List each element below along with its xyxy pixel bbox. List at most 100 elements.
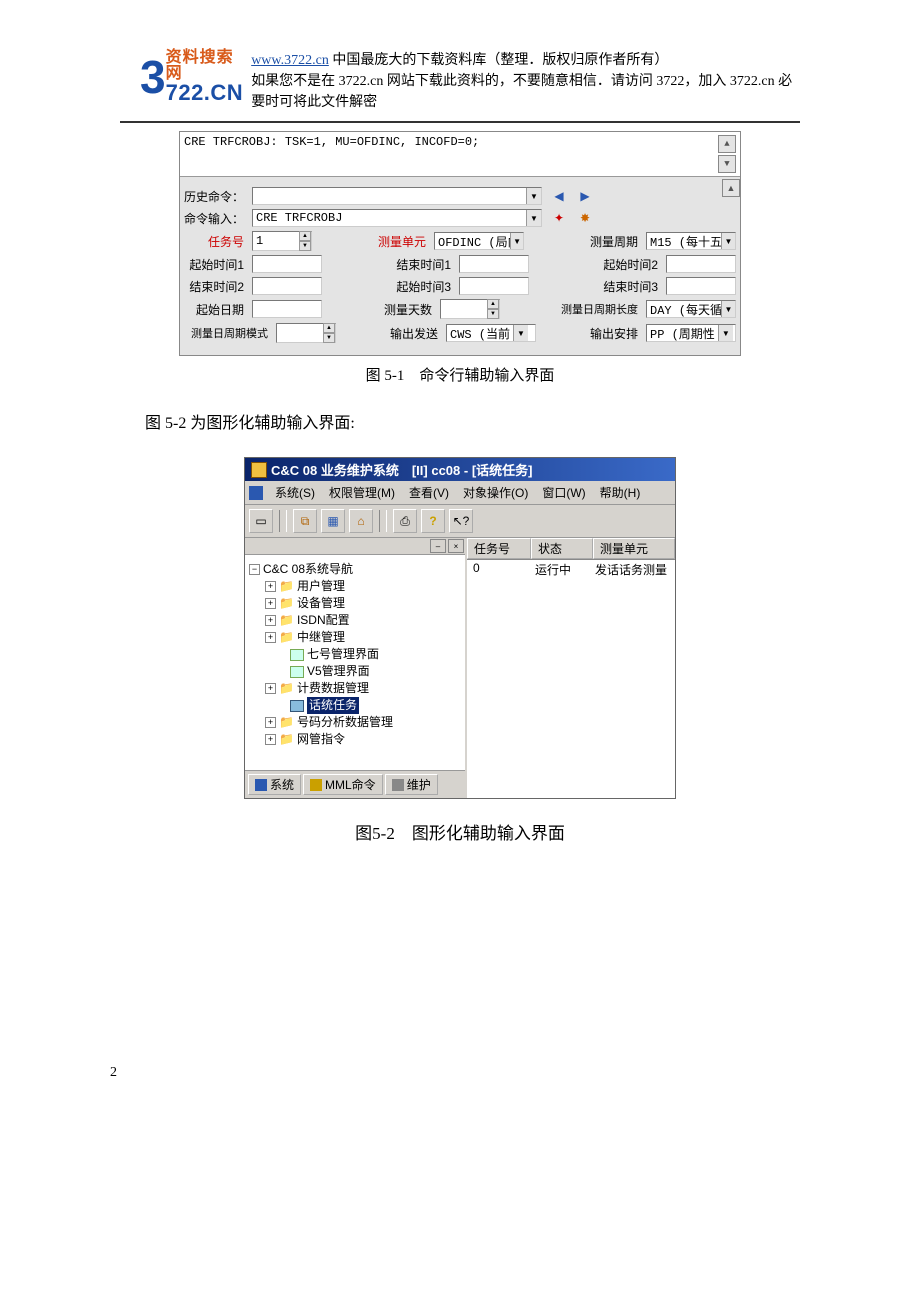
scroll-down-icon[interactable]: ▼ [718, 155, 736, 173]
menu-permission[interactable]: 权限管理(M) [323, 483, 401, 502]
day-period-len-label: 测量日周期长度 [554, 301, 638, 317]
tab-system[interactable]: 系统 [248, 774, 301, 795]
menu-help[interactable]: 帮助(H) [594, 483, 647, 502]
col-task[interactable]: 任务号 [467, 538, 531, 559]
command-input-combo[interactable]: CRE TRFCROBJ▼ [252, 209, 542, 227]
output-send-value: CWS (当前 [447, 325, 513, 342]
expander-icon[interactable]: + [265, 734, 276, 745]
expander-icon[interactable]: + [265, 581, 276, 592]
logo-text-top: 资料搜索网 [166, 50, 244, 82]
menu-system[interactable]: 系统(S) [269, 483, 321, 502]
app-icon [251, 462, 267, 478]
tree-item[interactable]: 号码分析数据管理 [297, 714, 393, 731]
measure-days-label: 测量天数 [376, 301, 432, 318]
output-arrange-label: 输出安排 [582, 325, 638, 342]
start-time2-input[interactable] [666, 255, 736, 273]
tree-root-label[interactable]: C&C 08系统导航 [263, 561, 353, 578]
input-label: 命令输入： [184, 210, 244, 227]
site-link[interactable]: www.3722.cn [251, 53, 329, 68]
tree-item-selected[interactable]: 话统任务 [307, 697, 359, 714]
task-number-spinner[interactable]: 1 ▲▼ [252, 231, 312, 251]
form-scroll-up-icon[interactable]: ▲ [722, 179, 740, 197]
end-time3-input[interactable] [666, 277, 736, 295]
header-line2: 如果您不是在 3722.cn 网站下载此资料的，不要随意相信．请访问 3722，… [251, 74, 792, 110]
start-time3-input[interactable] [459, 277, 529, 295]
tab-icon [255, 779, 267, 791]
page-header: 3 资料搜索网 722.CN www.3722.cn 中国最庞大的下载资料库（整… [0, 50, 920, 121]
command-output-area: CRE TRFCROBJ: TSK=1, MU=OFDINC, INCOFD=0… [180, 132, 740, 177]
help-icon[interactable]: ? [421, 509, 445, 533]
measure-unit-combo[interactable]: OFDINC (局内▼ [434, 232, 524, 250]
app-leaf-icon [290, 649, 304, 661]
start-time2-label: 起始时间2 [602, 256, 658, 273]
paste-icon[interactable]: ▦ [321, 509, 345, 533]
tree-item[interactable]: V5管理界面 [307, 663, 370, 680]
measure-unit-value: OFDINC (局内 [435, 233, 510, 250]
col-unit[interactable]: 测量单元 [593, 538, 675, 559]
list-pane: 任务号 状态 测量单元 0 运行中 发话话务测量 [467, 538, 675, 798]
expander-icon[interactable]: + [265, 632, 276, 643]
output-arrange-value: PP (周期性 [647, 325, 718, 342]
expander-icon[interactable]: + [265, 598, 276, 609]
whatsthis-icon[interactable]: ↖? [449, 509, 473, 533]
day-period-len-combo[interactable]: DAY (每天循▼ [646, 300, 736, 318]
menu-object[interactable]: 对象操作(O) [457, 483, 534, 502]
figure-5-2-screenshot: C&C 08 业务维护系统 [II] cc08 - [话统任务] 系统(S) 权… [244, 457, 676, 799]
scroll-up-icon[interactable]: ▲ [718, 135, 736, 153]
tool-icon[interactable]: ✦ [550, 209, 568, 227]
new-doc-icon[interactable]: ▭ [249, 509, 273, 533]
list-header: 任务号 状态 测量单元 [467, 538, 675, 560]
sysmenu-icon[interactable] [249, 486, 263, 500]
task-number-label: 任务号 [184, 233, 244, 250]
toolbar: ▭ ⧉ ▦ ⌂ ⎙ ? ↖? [245, 505, 675, 538]
tab-icon [392, 779, 404, 791]
run-icon[interactable]: ✸ [576, 209, 594, 227]
print-icon[interactable]: ⎙ [393, 509, 417, 533]
folder-icon: 📁 [279, 612, 294, 629]
history-combo[interactable]: ▼ [252, 187, 542, 205]
end-time2-label: 结束时间2 [184, 278, 244, 295]
list-row[interactable]: 0 运行中 发话话务测量 [467, 560, 675, 579]
output-arrange-combo[interactable]: PP (周期性▼ [646, 324, 736, 342]
end-time1-input[interactable] [459, 255, 529, 273]
pane-min-icon[interactable]: – [430, 539, 446, 553]
tab-maintain[interactable]: 维护 [385, 774, 438, 795]
expander-icon[interactable]: − [249, 564, 260, 575]
measure-days-spinner[interactable]: ▲▼ [440, 299, 500, 319]
col-status[interactable]: 状态 [531, 538, 593, 559]
end-time1-label: 结束时间1 [395, 256, 451, 273]
menu-view[interactable]: 查看(V) [403, 483, 455, 502]
menu-window[interactable]: 窗口(W) [536, 483, 591, 502]
folder-icon: 📁 [279, 731, 294, 748]
output-send-combo[interactable]: CWS (当前▼ [446, 324, 536, 342]
start-date-input[interactable] [252, 300, 322, 318]
end-time2-input[interactable] [252, 277, 322, 295]
copy-icon[interactable]: ⧉ [293, 509, 317, 533]
expander-icon[interactable]: + [265, 683, 276, 694]
dropdown-icon[interactable]: ▼ [526, 210, 541, 226]
tree-item[interactable]: 计费数据管理 [297, 680, 369, 697]
pane-close-icon[interactable]: × [448, 539, 464, 553]
expander-icon[interactable]: + [265, 717, 276, 728]
tree-item[interactable]: 中继管理 [297, 629, 345, 646]
tab-mml[interactable]: MML命令 [303, 774, 383, 795]
tree-item[interactable]: 设备管理 [297, 595, 345, 612]
start-date-label: 起始日期 [184, 301, 244, 318]
measure-period-combo[interactable]: M15 (每十五▼ [646, 232, 736, 250]
folder-icon: 📁 [279, 629, 294, 646]
app-leaf-icon [290, 666, 304, 678]
expander-icon[interactable]: + [265, 615, 276, 626]
tree-item[interactable]: 用户管理 [297, 578, 345, 595]
tree-item[interactable]: 网管指令 [297, 731, 345, 748]
start-time1-input[interactable] [252, 255, 322, 273]
history-label: 历史命令： [184, 188, 244, 205]
paragraph-text: 图 5-2 为图形化辅助输入界面: [145, 409, 920, 433]
next-icon[interactable]: ▶ [576, 187, 594, 205]
tree-item[interactable]: 七号管理界面 [307, 646, 379, 663]
prev-icon[interactable]: ◀ [550, 187, 568, 205]
day-period-mode-spinner[interactable]: ▲▼ [276, 323, 336, 343]
nav-tree[interactable]: −C&C 08系统导航 +📁用户管理 +📁设备管理 +📁ISDN配置 +📁中继管… [245, 555, 465, 770]
tree-item[interactable]: ISDN配置 [297, 612, 350, 629]
dropdown-icon[interactable]: ▼ [526, 188, 541, 204]
home-icon[interactable]: ⌂ [349, 509, 373, 533]
